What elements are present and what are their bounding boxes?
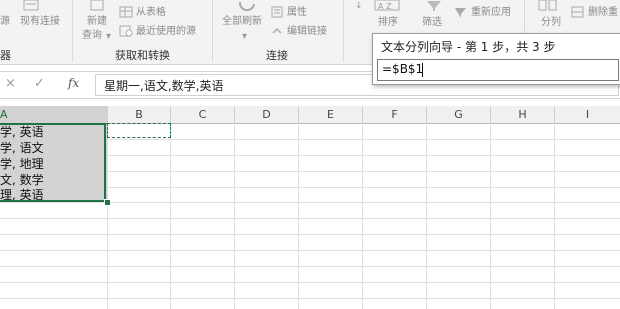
gridline [170,123,171,309]
reapply-button[interactable]: 重新应用 [471,7,511,19]
refresh-icon [238,1,255,12]
fill-handle[interactable] [104,199,111,206]
column-header-e[interactable]: E [299,106,363,124]
new-query-icon [90,0,104,11]
ribbon-separator [212,0,213,62]
gridline [0,266,620,267]
group-label-left: 器 [0,49,11,62]
column-header-c[interactable]: C [171,106,235,124]
destination-ref-input[interactable]: =$B$1 [377,59,619,81]
text-caret [422,63,423,77]
gridline [0,202,620,203]
chevron-down-icon: ▾ [106,31,112,42]
svg-text:A Z: A Z [378,2,392,11]
remove-duplicates-button[interactable]: 删除重 [588,7,618,19]
table-icon [119,6,133,18]
group-label-get-transform: 获取和转换 [115,49,170,62]
refresh-all-button[interactable]: 全部刷新 [222,16,262,28]
gridline [107,123,108,309]
properties-button[interactable]: 属性 [287,7,307,19]
formula-text: 星期一,语文,数学,英语 [104,79,224,93]
column-header-label: A [0,108,8,121]
new-query-button-line2[interactable]: 查询 [82,30,102,42]
sort-button[interactable]: 排序 [378,17,398,29]
insert-function-icon[interactable]: fx [68,76,79,90]
sort-az-icon: A Z [374,0,400,11]
column-header-b[interactable]: B [108,106,171,124]
column-header-d[interactable]: D [235,106,299,124]
from-table-button[interactable]: 从表格 [136,7,166,19]
edit-links-icon [272,27,282,34]
gridline [490,123,491,309]
existing-connections-icon [23,0,39,11]
column-header-h[interactable]: H [491,106,555,124]
gridline [0,250,620,251]
gridline [234,123,235,309]
recent-sources-button[interactable]: 最近使用的源 [136,26,196,38]
edit-links-button[interactable]: 编辑链接 [287,26,327,38]
chevron-down-icon: ▾ [242,31,248,42]
reapply-icon [455,8,466,18]
sort-za-icon: ↓ [355,1,363,11]
properties-icon [271,6,283,18]
text-to-columns-icon [538,0,557,11]
destination-ref-text: =$B$1 [382,62,424,76]
gridline [426,123,427,309]
column-header-i[interactable]: I [555,106,620,124]
gridline [0,282,620,283]
text-to-columns-wizard: 文本分列向导 - 第 1 步，共 3 步 =$B$1 [372,33,620,85]
cancel-icon[interactable]: × [5,76,16,91]
filter-icon [427,1,441,11]
ribbon-separator [72,0,73,62]
wizard-title: 文本分列向导 - 第 1 步，共 3 步 [381,40,556,54]
destination-marquee-b1 [107,123,171,138]
gridline [0,234,620,235]
gridline [554,123,555,309]
text-to-columns-button[interactable]: 分列 [541,17,561,29]
gridline [0,218,620,219]
remove-duplicates-icon [571,6,584,18]
filter-button[interactable]: 筛选 [422,17,442,29]
selection-outline [0,123,106,202]
worksheet-grid[interactable]: A B C D E F G H I 学, 英语 学, 语文 学, 地理 文, 数… [0,106,620,309]
gridline [0,298,620,299]
source-button[interactable]: 源 [0,16,10,28]
enter-icon[interactable]: ✓ [34,76,45,91]
column-header-g[interactable]: G [427,106,491,124]
recent-sources-icon [119,25,133,37]
existing-connections-button[interactable]: 现有连接 [20,16,60,28]
gridline [298,123,299,309]
gridline [362,123,363,309]
column-header-f[interactable]: F [363,106,427,124]
group-label-connections: 连接 [266,49,288,62]
ribbon-separator [343,0,344,62]
new-query-button[interactable]: 新建 [87,16,107,28]
